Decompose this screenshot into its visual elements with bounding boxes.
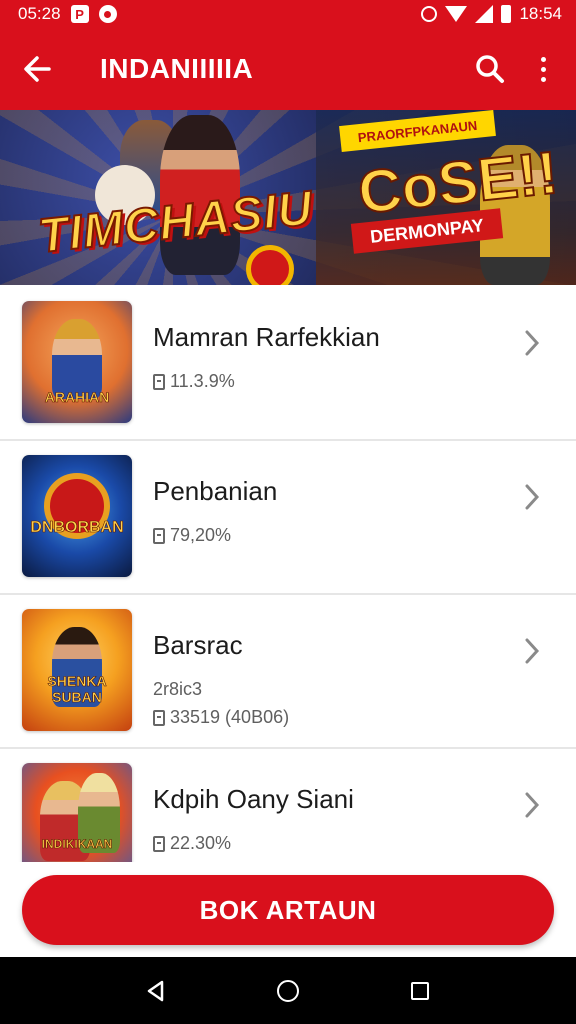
item-meta-text: 22.30% bbox=[170, 833, 232, 853]
item-thumbnail: INDIKIKAAN bbox=[22, 763, 132, 862]
nav-home-button[interactable] bbox=[266, 969, 310, 1013]
file-size-icon bbox=[153, 709, 165, 726]
item-title: Penbanian bbox=[153, 476, 278, 506]
list-item[interactable]: ARAHIAN Mamran Rarfekkian 11.3.9% bbox=[0, 287, 576, 441]
item-thumbnail: SHENKA SUBAN bbox=[22, 609, 132, 731]
more-vert-icon bbox=[540, 56, 546, 82]
primary-action-button[interactable]: BOK ARTAUN bbox=[22, 875, 554, 945]
chevron-right-icon bbox=[518, 791, 546, 819]
message-notification-icon bbox=[98, 5, 117, 23]
app-notification-icon: P bbox=[70, 5, 89, 23]
file-size-icon bbox=[153, 373, 165, 390]
more-options-button[interactable] bbox=[518, 41, 568, 97]
battery-icon bbox=[501, 5, 512, 23]
alarm-icon bbox=[421, 6, 438, 22]
file-size-icon bbox=[153, 835, 165, 852]
item-meta: 22.30% bbox=[153, 833, 231, 854]
item-title: Kdpih Oany Siani bbox=[153, 784, 354, 814]
list-item[interactable]: DNBORBAN Penbanian 79,20% bbox=[0, 441, 576, 595]
status-left: 05:28 P bbox=[18, 4, 117, 24]
thumbnail-label: DNBORBAN bbox=[30, 519, 124, 537]
item-title: Mamran Rarfekkian bbox=[153, 322, 380, 352]
item-meta: 33519 (40B06) bbox=[153, 707, 289, 728]
item-title: Barsrac bbox=[153, 630, 243, 660]
game-list: ARAHIAN Mamran Rarfekkian 11.3.9% DNBORB… bbox=[0, 287, 576, 862]
item-subtitle: 2r8ic3 bbox=[153, 679, 203, 699]
item-meta: 11.3.9% bbox=[153, 371, 235, 392]
app-bar: INDANIIIIIA bbox=[0, 28, 576, 110]
item-meta-text: 33519 (40B06) bbox=[170, 707, 290, 727]
list-item[interactable]: SHENKA SUBAN Barsrac 2r8ic3 33519 (40B06… bbox=[0, 595, 576, 749]
thumbnail-label: SHENKA SUBAN bbox=[47, 673, 107, 706]
status-bar: 05:28 P 18:54 bbox=[0, 0, 576, 28]
banner-emblem-icon bbox=[246, 245, 294, 285]
item-thumbnail: ARAHIAN bbox=[22, 301, 132, 423]
item-thumbnail: DNBORBAN bbox=[22, 455, 132, 577]
item-meta-text: 79,20% bbox=[170, 525, 232, 545]
square-recents-icon bbox=[411, 981, 429, 1000]
signal-icon bbox=[475, 5, 494, 23]
search-icon bbox=[476, 55, 504, 83]
item-meta-text: 11.3.9% bbox=[170, 371, 235, 391]
search-button[interactable] bbox=[462, 41, 518, 97]
thumbnail-character bbox=[52, 319, 102, 399]
circle-home-icon bbox=[277, 979, 299, 1002]
chevron-right-icon bbox=[518, 329, 546, 357]
chevron-right-icon bbox=[518, 483, 546, 511]
page-title: INDANIIIIIA bbox=[100, 53, 254, 84]
status-time-right: 18:54 bbox=[519, 4, 562, 23]
system-nav-bar bbox=[0, 957, 576, 1024]
status-time-left: 05:28 bbox=[18, 4, 61, 23]
promo-banner[interactable]: TIMCHASIU PRAORFPKANAUN CoSE!! DERMONPAY bbox=[0, 110, 576, 285]
triangle-back-icon bbox=[147, 980, 164, 1001]
status-right: 18:54 bbox=[421, 4, 562, 24]
arrow-left-icon bbox=[24, 56, 51, 82]
item-meta: 79,20% bbox=[153, 525, 231, 546]
nav-recents-button[interactable] bbox=[398, 969, 442, 1013]
wifi-icon bbox=[445, 6, 468, 22]
bottom-action-area: BOK ARTAUN bbox=[0, 862, 576, 957]
nav-back-button[interactable] bbox=[134, 969, 178, 1013]
list-item[interactable]: INDIKIKAAN Kdpih Oany Siani 22.30% bbox=[0, 749, 576, 862]
chevron-right-icon bbox=[518, 637, 546, 665]
file-size-icon bbox=[153, 527, 165, 544]
thumbnail-label: INDIKIKAAN bbox=[41, 837, 113, 852]
back-button[interactable] bbox=[6, 28, 68, 110]
thumbnail-label: ARAHIAN bbox=[44, 389, 110, 406]
